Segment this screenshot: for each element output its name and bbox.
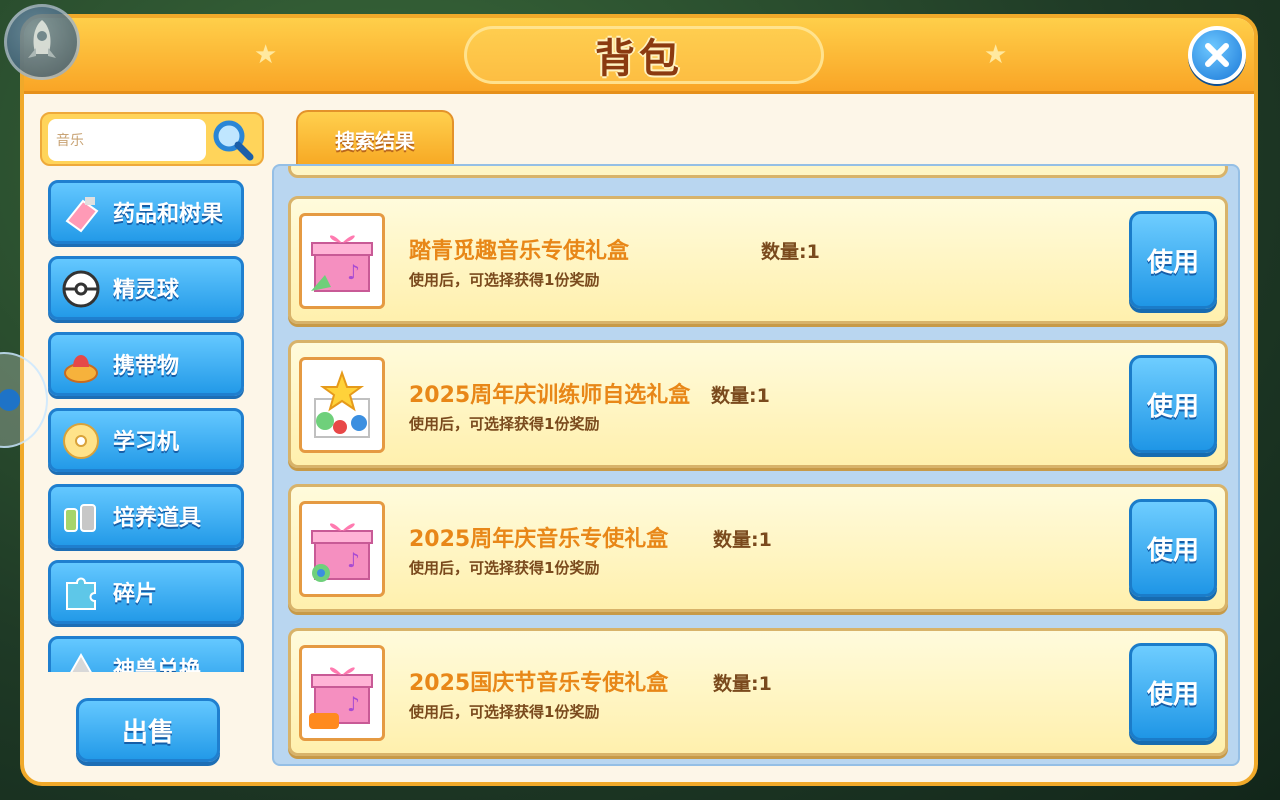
gift-box-icon	[299, 357, 385, 453]
svg-text:♪: ♪	[347, 692, 360, 716]
list-item-partial	[288, 166, 1228, 178]
list-item: ♪ 2025国庆节音乐专使礼盒 数量:1 使用后，可选择获得1份奖励 使用	[288, 628, 1228, 756]
close-icon	[1205, 43, 1229, 67]
gift-box-icon: ♪	[299, 501, 385, 597]
puzzle-piece-icon	[66, 577, 96, 610]
category-label: 学习机	[113, 430, 180, 455]
use-button[interactable]: 使用	[1129, 355, 1217, 453]
svg-text:♪: ♪	[347, 260, 360, 284]
category-training-items[interactable]: 培养道具	[48, 484, 244, 548]
item-description: 使用后，可选择获得1份奖励	[409, 271, 600, 289]
legendary-icon	[70, 652, 92, 672]
category-tm[interactable]: 学习机	[48, 408, 244, 472]
svg-text:♪: ♪	[347, 548, 360, 572]
category-medicine-berries[interactable]: 药品和树果	[48, 180, 244, 244]
use-button[interactable]: 使用	[1129, 643, 1217, 741]
list-item: ♪ 踏青觅趣音乐专使礼盒 数量:1 使用后，可选择获得1份奖励 使用	[288, 196, 1228, 324]
item-name: 踏青觅趣音乐专使礼盒	[409, 239, 630, 264]
search-input[interactable]	[48, 119, 206, 161]
category-label: 携带物	[113, 354, 180, 379]
gift-box-icon: ♪	[299, 645, 385, 741]
backpack-panel: ★ ★ 背包 药品和树果	[20, 14, 1258, 786]
category-label: 药品和树果	[113, 202, 224, 227]
held-item-icon	[64, 355, 98, 383]
page-title: 背包	[595, 36, 683, 82]
gift-box-icon: ♪	[299, 213, 385, 309]
category-legendary-exchange[interactable]: 神兽兑换	[48, 636, 244, 672]
panel-header: ★ ★ 背包	[24, 18, 1254, 94]
tab-search-results[interactable]: 搜索结果	[296, 110, 454, 166]
close-button[interactable]	[1188, 26, 1246, 84]
item-list[interactable]: ♪ 踏青觅趣音乐专使礼盒 数量:1 使用后，可选择获得1份奖励 使用 2025周…	[272, 164, 1240, 766]
use-button[interactable]: 使用	[1129, 211, 1217, 309]
disc-icon	[63, 423, 99, 459]
use-button[interactable]: 使用	[1129, 499, 1217, 597]
item-quantity: 数量:1	[713, 529, 772, 551]
item-name: 2025周年庆训练师自选礼盒	[409, 383, 691, 408]
category-list: 药品和树果 精灵球 携带物 学习机 培养道具 碎片 神兽兑换	[48, 180, 252, 672]
category-fragments[interactable]: 碎片	[48, 560, 244, 624]
item-name: 2025国庆节音乐专使礼盒	[409, 671, 669, 696]
item-description: 使用后，可选择获得1份奖励	[409, 703, 600, 721]
list-item: 2025周年庆训练师自选礼盒 数量:1 使用后，可选择获得1份奖励 使用	[288, 340, 1228, 468]
item-quantity: 数量:1	[713, 673, 772, 695]
training-item-icon	[64, 504, 96, 532]
category-label: 碎片	[113, 582, 158, 607]
pokeball-icon	[62, 270, 100, 308]
item-name: 2025周年庆音乐专使礼盒	[409, 527, 669, 552]
floating-dot-icon	[0, 389, 20, 411]
rocket-icon	[28, 20, 56, 58]
item-quantity: 数量:1	[761, 241, 820, 263]
rocket-shortcut-button[interactable]	[4, 4, 80, 80]
search-box	[40, 112, 264, 166]
category-label: 神兽兑换	[113, 658, 202, 672]
item-quantity: 数量:1	[711, 385, 770, 407]
magnifier-icon	[213, 120, 254, 161]
sell-button[interactable]: 出售	[76, 698, 220, 762]
potion-icon	[65, 197, 99, 233]
category-label: 精灵球	[113, 278, 180, 303]
category-held-items[interactable]: 携带物	[48, 332, 244, 396]
category-label: 培养道具	[113, 506, 202, 531]
category-pokeball[interactable]: 精灵球	[48, 256, 244, 320]
search-button[interactable]	[210, 117, 256, 163]
item-description: 使用后，可选择获得1份奖励	[409, 415, 600, 433]
item-description: 使用后，可选择获得1份奖励	[409, 559, 600, 577]
list-item: ♪ 2025周年庆音乐专使礼盒 数量:1 使用后，可选择获得1份奖励 使用	[288, 484, 1228, 612]
